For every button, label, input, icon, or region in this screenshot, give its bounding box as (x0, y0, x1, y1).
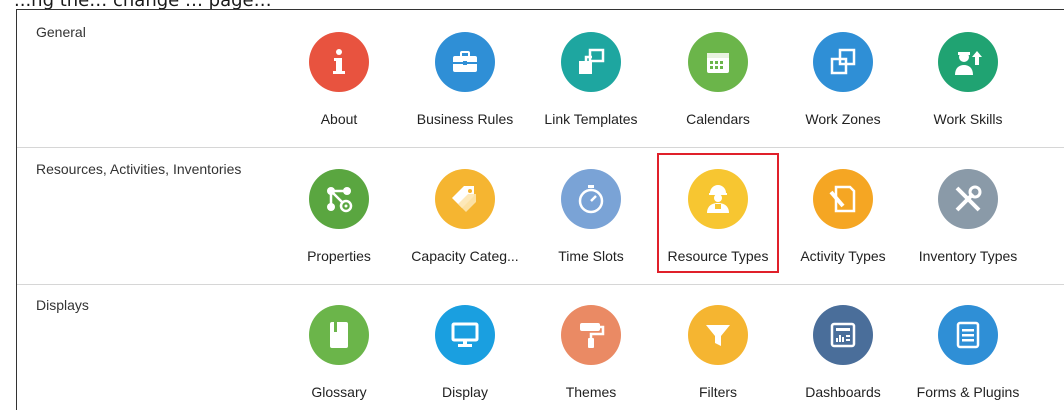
activity-icon (813, 169, 873, 229)
tile-work-zones[interactable]: Work Zones (782, 16, 904, 136)
tile-label: Capacity Categ... (411, 248, 519, 264)
section-general: General About Business Rules Link Templates… (17, 10, 1064, 148)
dashboard-icon (813, 305, 873, 365)
tile-label: Dashboards (805, 384, 881, 400)
tile-resource-types[interactable]: Resource Types (657, 153, 779, 273)
worker-up-icon (938, 32, 998, 92)
tile-calendars[interactable]: Calendars (657, 16, 779, 136)
tile-link-templates[interactable]: Link Templates (530, 16, 652, 136)
briefcase-icon (435, 32, 495, 92)
tile-dashboards[interactable]: Dashboards (782, 289, 904, 409)
monitor-icon (435, 305, 495, 365)
section-displays: Displays Glossary Display Themes Filters Dash… (17, 283, 1064, 420)
tile-time-slots[interactable]: Time Slots (530, 153, 652, 273)
tile-glossary[interactable]: Glossary (278, 289, 400, 409)
tile-label: Themes (565, 384, 617, 400)
tile-label: Display (442, 384, 488, 400)
tile-label: Business Rules (416, 111, 514, 127)
tile-label: Glossary (311, 384, 367, 400)
tile-display[interactable]: Display (404, 289, 526, 409)
tile-label: Filters (698, 384, 738, 400)
tags-icon (435, 169, 495, 229)
tools-icon (938, 169, 998, 229)
tile-filters[interactable]: Filters (657, 289, 779, 409)
section-label: General (36, 24, 86, 40)
tile-forms-plugins[interactable]: Forms & Plugins (907, 289, 1029, 409)
link-squares-icon (561, 32, 621, 92)
info-icon (309, 32, 369, 92)
tile-label: Inventory Types (918, 248, 1018, 264)
tile-label: Forms & Plugins (916, 384, 1020, 400)
stopwatch-icon (561, 169, 621, 229)
tile-business-rules[interactable]: Business Rules (404, 16, 526, 136)
section-resources-activities-inventories: Resources, Activities, Inventories Proper… (17, 147, 1064, 285)
book-icon (309, 305, 369, 365)
tile-label: Activity Types (800, 248, 886, 264)
tile-work-skills[interactable]: Work Skills (907, 16, 1029, 136)
tile-properties[interactable]: Properties (278, 153, 400, 273)
tile-label: Work Zones (805, 111, 881, 127)
calendar-icon (688, 32, 748, 92)
section-label: Resources, Activities, Inventories (36, 161, 242, 177)
tile-activity-types[interactable]: Activity Types (782, 153, 904, 273)
resource-worker-icon (688, 169, 748, 229)
tile-label: Resource Types (667, 248, 769, 264)
tile-label: Calendars (686, 111, 750, 127)
tile-label: Properties (307, 248, 371, 264)
tile-capacity-categ[interactable]: Capacity Categ... (404, 153, 526, 273)
zones-icon (813, 32, 873, 92)
tile-label: Work Skills (933, 111, 1003, 127)
properties-icon (309, 169, 369, 229)
section-label: Displays (36, 297, 89, 313)
tile-label: Link Templates (544, 111, 638, 127)
tile-themes[interactable]: Themes (530, 289, 652, 409)
tile-about[interactable]: About (278, 16, 400, 136)
tile-inventory-types[interactable]: Inventory Types (907, 153, 1029, 273)
tile-label: About (320, 111, 358, 127)
paint-roller-icon (561, 305, 621, 365)
tile-label: Time Slots (558, 248, 624, 264)
filter-icon (688, 305, 748, 365)
form-icon (938, 305, 998, 365)
